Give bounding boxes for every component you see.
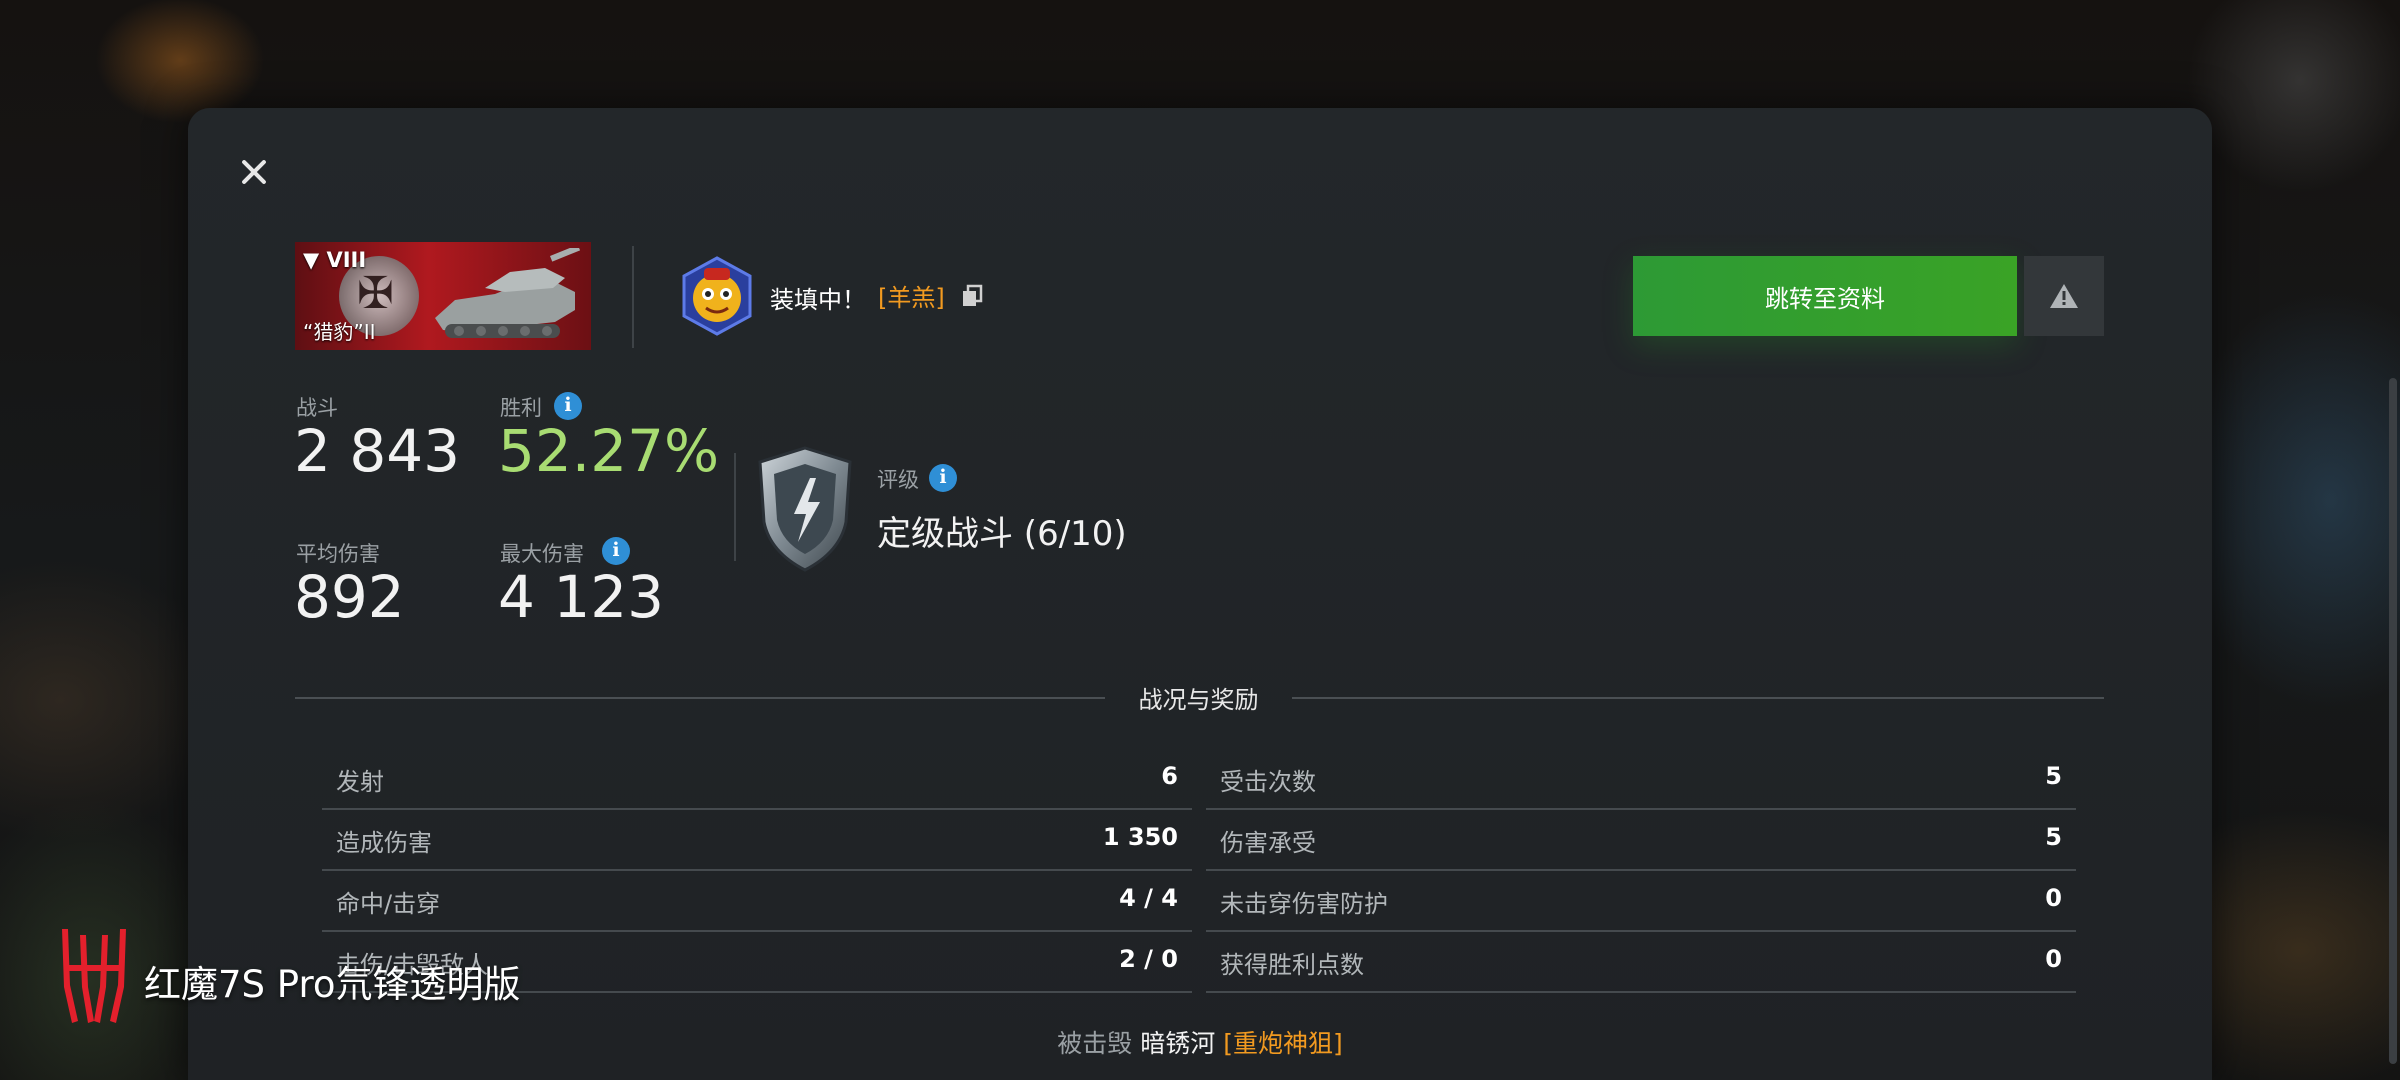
rating-divider xyxy=(734,453,736,561)
row-value: 6 xyxy=(1161,762,1178,790)
tank-tier: ▼ VIII xyxy=(303,248,367,272)
warning-icon xyxy=(2050,284,2078,308)
row-value: 5 xyxy=(2045,823,2062,851)
tank-banner: ✠ ▼ VIII “猎豹”II xyxy=(295,242,591,350)
rating-value: 定级战斗 (6/10) xyxy=(877,514,1127,554)
tank-image xyxy=(435,248,581,338)
row-value: 1 350 xyxy=(1102,823,1178,851)
report-button[interactable] xyxy=(2024,256,2104,336)
row-value: 5 xyxy=(2045,762,2062,790)
row-label: 获得胜利点数 xyxy=(1220,951,1364,979)
tank-name: “猎豹”II xyxy=(303,320,376,344)
row-label: 造成伤害 xyxy=(336,829,432,857)
max-damage-value: 4 123 xyxy=(498,563,665,631)
avg-damage-value: 892 xyxy=(294,563,405,631)
section-divider-left xyxy=(295,697,1105,699)
row-label: 命中/击穿 xyxy=(336,890,441,918)
player-name: 装填中！ xyxy=(770,286,866,314)
row-label: 伤害承受 xyxy=(1220,829,1316,857)
redmagic-logo-icon xyxy=(62,929,126,1023)
table-row: 获得胜利点数 0 xyxy=(1206,931,2076,993)
row-value: 4 / 4 xyxy=(1119,884,1178,912)
killed-by-label: 被击毁 xyxy=(1057,1029,1133,1058)
player-clan: [羊羔] xyxy=(878,284,945,312)
table-row: 未击穿伤害防护 0 xyxy=(1206,870,2076,932)
max-damage-info-icon[interactable] xyxy=(602,537,630,565)
row-label: 发射 xyxy=(336,768,384,796)
table-row: 受击次数 5 xyxy=(1206,748,2076,810)
killed-by-line: 被击毁 暗锈河 [重炮神狙] xyxy=(188,1024,2212,1060)
table-row: 造成伤害 1 350 xyxy=(322,809,1192,871)
player-avatar-icon[interactable] xyxy=(680,256,754,336)
row-label: 受击次数 xyxy=(1220,768,1316,796)
killer-clan: [重炮神狙] xyxy=(1223,1029,1343,1058)
table-row: 发射 6 xyxy=(322,748,1192,810)
copy-icon[interactable] xyxy=(961,284,983,308)
row-label: 未击穿伤害防护 xyxy=(1220,890,1388,918)
row-value: 2 / 0 xyxy=(1119,945,1178,973)
winrate-value: 52.27% xyxy=(498,417,720,485)
table-row: 命中/击穿 4 / 4 xyxy=(322,870,1192,932)
killer-name[interactable]: 暗锈河 xyxy=(1140,1029,1215,1058)
rating-info-icon[interactable] xyxy=(929,464,957,492)
section-title: 战况与奖励 xyxy=(1138,686,1259,714)
header-divider xyxy=(632,246,634,348)
section-divider-right xyxy=(1292,697,2104,699)
rating-label: 评级 xyxy=(877,468,919,492)
battle-result-panel: ✠ ▼ VIII “猎豹”II 装填中！ [羊羔] 跳转至资料 战斗 2 843… xyxy=(188,108,2397,1080)
scrollbar[interactable] xyxy=(2389,378,2397,1064)
close-icon[interactable] xyxy=(234,152,274,192)
rating-shield-icon xyxy=(758,446,852,572)
row-value: 0 xyxy=(2045,884,2062,912)
go-to-profile-button[interactable]: 跳转至资料 xyxy=(1633,256,2017,336)
watermark-text: 红魔7S Pro氘锋透明版 xyxy=(144,963,521,1006)
battles-value: 2 843 xyxy=(294,417,461,485)
row-value: 0 xyxy=(2045,945,2062,973)
table-row: 伤害承受 5 xyxy=(1206,809,2076,871)
winrate-info-icon[interactable] xyxy=(554,392,582,420)
